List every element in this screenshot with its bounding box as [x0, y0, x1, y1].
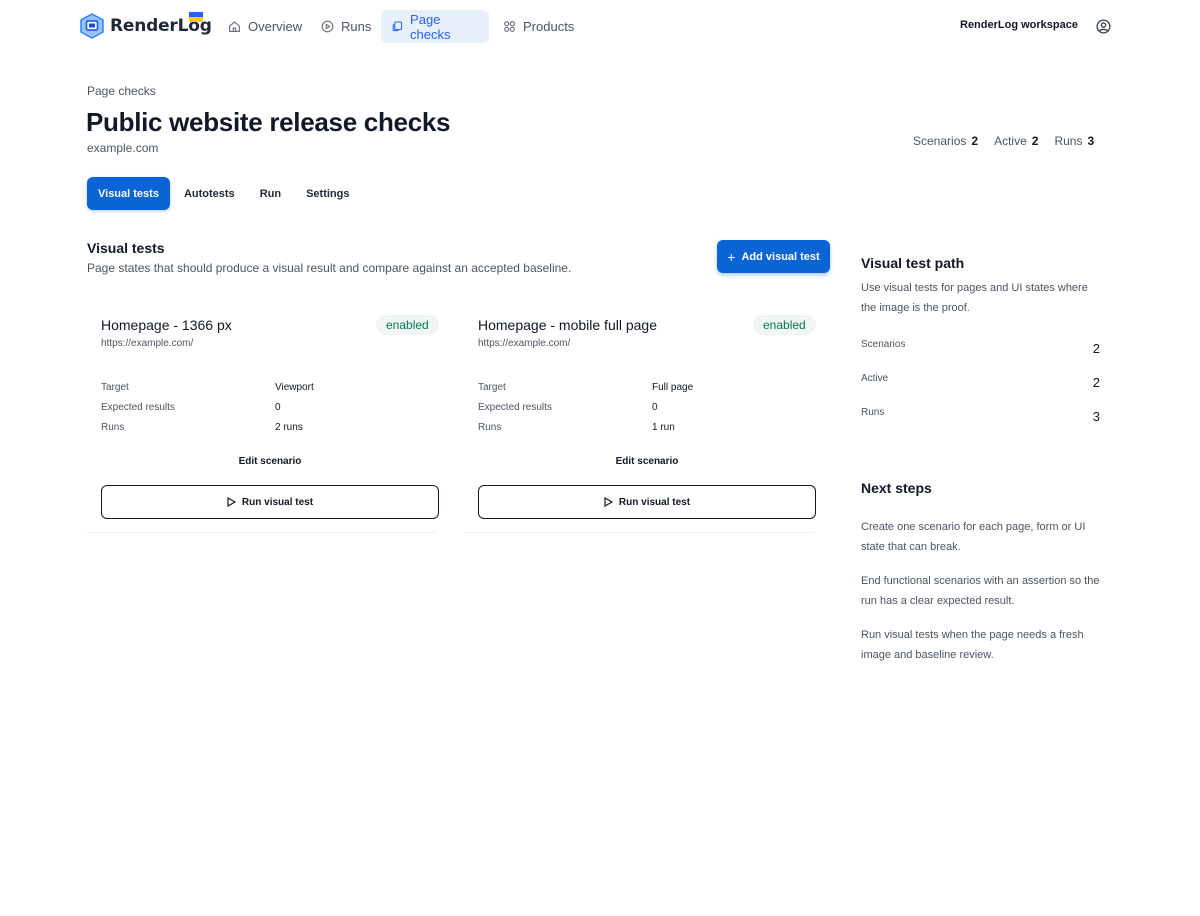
next-steps-title: Next steps — [861, 480, 932, 496]
user-account-icon[interactable] — [1096, 19, 1111, 39]
tab-settings[interactable]: Settings — [295, 177, 360, 210]
nav-label-page-checks: Page checks — [410, 11, 451, 42]
play-icon — [227, 497, 236, 507]
metric-active-value: 2 — [1092, 375, 1100, 390]
nav-label-products: Products — [523, 19, 575, 34]
status-badge: enabled — [376, 315, 439, 335]
pages-icon — [392, 21, 403, 32]
renderlog-logo-icon — [80, 13, 104, 39]
stat-runs: Runs 3 — [1054, 134, 1095, 148]
runs-value: 1 run — [652, 422, 675, 433]
page-title: Public website release checks — [86, 107, 451, 137]
target-label: Target — [101, 382, 129, 393]
nav-item-products[interactable]: Products — [493, 10, 584, 43]
play-icon — [604, 497, 613, 507]
nav-label-overview: Overview — [248, 19, 303, 34]
nav-item-page-checks[interactable]: Page checks — [381, 10, 489, 43]
expected-results-value: 0 — [275, 402, 281, 413]
grid-icon — [504, 21, 515, 32]
workspace-switcher[interactable]: RenderLog workspace — [960, 19, 1078, 31]
target-value: Viewport — [275, 382, 314, 393]
stat-scenarios: Scenarios 2 — [913, 134, 979, 148]
next-step-item: Run visual tests when the page needs a f… — [861, 629, 1084, 661]
scenario-card: Homepage - 1366 px enabled https://examp… — [87, 300, 439, 533]
runs-value: 2 runs — [275, 422, 303, 433]
edit-scenario-link[interactable]: Edit scenario — [94, 456, 446, 467]
scenario-title: Homepage - 1366 px — [101, 317, 232, 333]
run-visual-test-button[interactable]: Run visual test — [101, 485, 439, 519]
expected-results-label: Expected results — [478, 402, 552, 413]
edit-scenario-link[interactable]: Edit scenario — [471, 456, 823, 467]
run-visual-test-label: Run visual test — [618, 496, 691, 508]
tab-autotests[interactable]: Autotests — [173, 177, 246, 210]
metric-runs-value: 3 — [1092, 409, 1100, 424]
visual-test-path-title: Visual test path — [861, 255, 965, 271]
expected-results-label: Expected results — [101, 402, 175, 413]
run-visual-test-button[interactable]: Run visual test — [478, 485, 816, 519]
flag-icon — [189, 12, 203, 22]
tab-visual-tests[interactable]: Visual tests — [87, 177, 170, 210]
next-step-item: End functional scenarios with an asserti… — [861, 575, 1100, 607]
section-description: Page states that should produce a visual… — [87, 261, 572, 275]
metric-active-label: Active — [861, 373, 889, 384]
target-value: Full page — [652, 382, 694, 393]
play-circle-icon — [321, 20, 334, 33]
visual-test-path-text: Use visual tests for pages and UI states… — [861, 282, 1088, 314]
add-visual-test-button[interactable]: + Add visual test — [717, 240, 830, 273]
page-domain: example.com — [87, 141, 159, 155]
home-icon — [229, 21, 240, 32]
scenario-url[interactable]: https://example.com/ — [478, 338, 570, 349]
stat-active: Active 2 — [994, 134, 1039, 148]
nav-item-overview[interactable]: Overview — [218, 10, 312, 43]
status-badge: enabled — [753, 315, 816, 335]
add-visual-test-label: Add visual test — [741, 250, 820, 263]
nav-label-runs: Runs — [341, 19, 372, 34]
expected-results-value: 0 — [652, 402, 658, 413]
tab-run[interactable]: Run — [249, 177, 292, 210]
tab-bar: Visual tests Autotests Run Settings — [87, 177, 363, 210]
breadcrumb[interactable]: Page checks — [87, 84, 156, 98]
scenario-url[interactable]: https://example.com/ — [101, 338, 193, 349]
metric-scenarios-value: 2 — [1092, 341, 1100, 356]
next-step-item: Create one scenario for each page, form … — [861, 521, 1086, 553]
runs-label: Runs — [478, 422, 502, 433]
run-visual-test-label: Run visual test — [241, 496, 314, 508]
plus-icon: + — [727, 248, 736, 265]
scenario-title: Homepage - mobile full page — [478, 317, 657, 333]
scenario-card: Homepage - mobile full page enabled http… — [464, 300, 816, 533]
target-label: Target — [478, 382, 506, 393]
runs-label: Runs — [101, 422, 125, 433]
metric-runs-label: Runs — [861, 407, 885, 418]
top-navigation: RenderLog Overview Runs Page checks Prod… — [0, 0, 1200, 54]
header-stats: Scenarios 2 Active 2 Runs 3 — [913, 134, 1094, 148]
metric-scenarios-label: Scenarios — [861, 339, 906, 350]
section-title: Visual tests — [87, 240, 165, 256]
nav-item-runs[interactable]: Runs — [311, 10, 381, 43]
